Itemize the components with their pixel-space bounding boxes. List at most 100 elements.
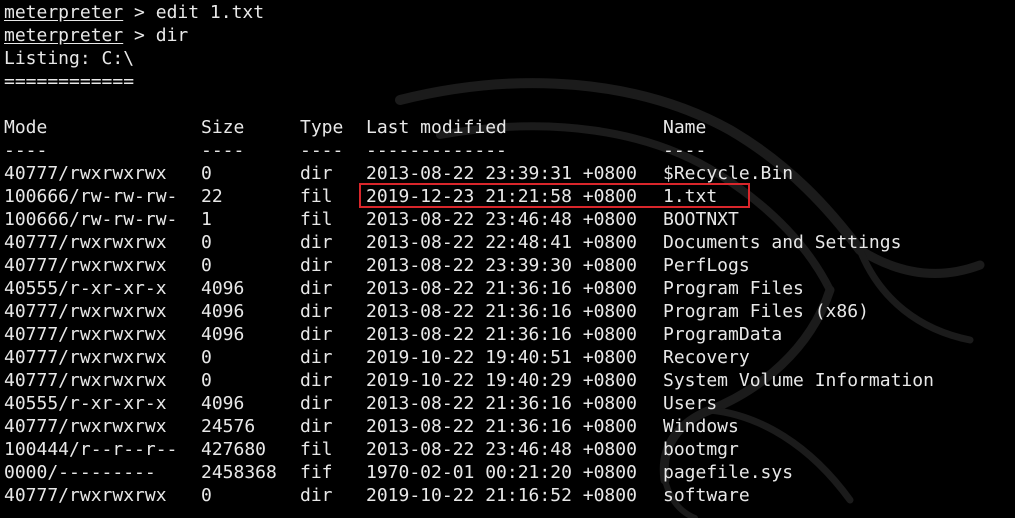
row-last-modified: 2019-12-23 21:21:58 +0800 xyxy=(366,186,637,207)
table-row: 40777/rwxrwxrwx 0 dir 2013-08-22 22:48:4… xyxy=(0,231,1015,254)
row-size: 22 xyxy=(201,186,223,207)
row-name: System Volume Information xyxy=(663,370,934,391)
table-row: 40555/r-xr-xr-x 4096 dir 2013-08-22 21:3… xyxy=(0,392,1015,415)
header-name: Name xyxy=(663,117,707,138)
row-mode: 40777/rwxrwxrwx xyxy=(4,485,167,506)
row-name: Users xyxy=(663,393,718,414)
row-mode: 100666/rw-rw-rw- xyxy=(4,186,178,207)
header-type: Type xyxy=(300,117,344,138)
row-size: 427680 xyxy=(201,439,267,460)
row-size: 4096 xyxy=(201,324,245,345)
table-row: 40777/rwxrwxrwx 4096 dir 2013-08-22 21:3… xyxy=(0,300,1015,323)
row-size: 0 xyxy=(201,370,212,391)
row-type: dir xyxy=(300,301,333,322)
row-size: 24576 xyxy=(201,416,256,437)
row-mode: 40777/rwxrwxrwx xyxy=(4,163,167,184)
table-row: 40777/rwxrwxrwx 0 dir 2013-08-22 23:39:3… xyxy=(0,254,1015,277)
table-header-row: Mode Size Type Last modified Name xyxy=(0,116,1015,139)
row-size: 4096 xyxy=(201,301,245,322)
row-type: fil xyxy=(300,439,333,460)
row-name: Documents and Settings xyxy=(663,232,902,253)
table-divider-row: ---- ---- ---- ------------- ---- xyxy=(0,139,1015,162)
row-type: dir xyxy=(300,232,333,253)
header-size: Size xyxy=(201,117,245,138)
row-size: 4096 xyxy=(201,278,245,299)
row-name: Program Files (x86) xyxy=(663,301,869,322)
row-mode: 40777/rwxrwxrwx xyxy=(4,416,167,437)
row-size: 0 xyxy=(201,485,212,506)
row-name: BOOTNXT xyxy=(663,209,739,230)
table-row: 40777/rwxrwxrwx 24576 dir 2013-08-22 21:… xyxy=(0,415,1015,438)
row-mode: 40777/rwxrwxrwx xyxy=(4,255,167,276)
row-last-modified: 2019-10-22 19:40:29 +0800 xyxy=(366,370,637,391)
row-last-modified: 2013-08-22 21:36:16 +0800 xyxy=(366,416,637,437)
row-type: dir xyxy=(300,485,333,506)
row-last-modified: 2013-08-22 21:36:16 +0800 xyxy=(366,324,637,345)
row-name: software xyxy=(663,485,750,506)
command-text: dir xyxy=(155,25,189,46)
row-mode: 100666/rw-rw-rw- xyxy=(4,209,178,230)
row-type: fil xyxy=(300,209,333,230)
divider-type: ---- xyxy=(300,140,344,161)
row-last-modified: 2013-08-22 21:36:16 +0800 xyxy=(366,393,637,414)
command-text: edit 1.txt xyxy=(155,2,265,23)
row-mode: 100444/r--r--r-- xyxy=(4,439,178,460)
table-row: 0000/--------- 2458368 fif 1970-02-01 00… xyxy=(0,461,1015,484)
row-size: 0 xyxy=(201,232,212,253)
row-last-modified: 2019-10-22 21:16:52 +0800 xyxy=(366,485,637,506)
row-last-modified: 1970-02-01 00:21:20 +0800 xyxy=(366,462,637,483)
row-last-modified: 2013-08-22 21:36:16 +0800 xyxy=(366,278,637,299)
row-last-modified: 2013-08-22 21:36:16 +0800 xyxy=(366,301,637,322)
row-last-modified: 2013-08-22 23:39:30 +0800 xyxy=(366,255,637,276)
row-size: 4096 xyxy=(201,393,245,414)
row-type: dir xyxy=(300,255,333,276)
row-type: fil xyxy=(300,186,333,207)
row-last-modified: 2013-08-22 23:46:48 +0800 xyxy=(366,209,637,230)
table-row: 100666/rw-rw-rw- 1 fil 2013-08-22 23:46:… xyxy=(0,208,1015,231)
row-mode: 40777/rwxrwxrwx xyxy=(4,347,167,368)
row-type: dir xyxy=(300,370,333,391)
row-type: dir xyxy=(300,416,333,437)
row-size: 0 xyxy=(201,347,212,368)
listing-title: Listing: C:\ xyxy=(4,48,135,69)
row-size: 1 xyxy=(201,209,212,230)
row-name: ProgramData xyxy=(663,324,783,345)
prompt-label: meterpreter xyxy=(4,25,124,46)
row-type: fif xyxy=(300,462,333,483)
table-row: 100666/rw-rw-rw- 22 fil 2019-12-23 21:21… xyxy=(0,185,1015,208)
row-name: $Recycle.Bin xyxy=(663,163,794,184)
row-mode: 0000/--------- xyxy=(4,462,156,483)
command-line-1: meterpreter > edit 1.txt xyxy=(4,1,264,24)
row-name: 1.txt xyxy=(663,186,718,207)
row-last-modified: 2013-08-22 23:46:48 +0800 xyxy=(366,439,637,460)
row-size: 0 xyxy=(201,255,212,276)
row-size: 2458368 xyxy=(201,462,277,483)
terminal-window[interactable]: meterpreter > edit 1.txt meterpreter > d… xyxy=(0,0,1015,518)
prompt-separator: > xyxy=(123,25,156,46)
row-name: Recovery xyxy=(663,347,750,368)
row-last-modified: 2019-10-22 19:40:51 +0800 xyxy=(366,347,637,368)
table-row: 40777/rwxrwxrwx 0 dir 2019-10-22 19:40:2… xyxy=(0,369,1015,392)
divider-name: ---- xyxy=(663,140,707,161)
row-mode: 40777/rwxrwxrwx xyxy=(4,301,167,322)
prompt-label: meterpreter xyxy=(4,2,124,23)
row-name: Windows xyxy=(663,416,739,437)
row-mode: 40777/rwxrwxrwx xyxy=(4,232,167,253)
table-row: 40777/rwxrwxrwx 4096 dir 2013-08-22 21:3… xyxy=(0,323,1015,346)
row-mode: 40777/rwxrwxrwx xyxy=(4,324,167,345)
row-mode: 40777/rwxrwxrwx xyxy=(4,370,167,391)
table-row: 40777/rwxrwxrwx 0 dir 2019-10-22 21:16:5… xyxy=(0,484,1015,507)
row-type: dir xyxy=(300,347,333,368)
row-last-modified: 2013-08-22 23:39:31 +0800 xyxy=(366,163,637,184)
row-last-modified: 2013-08-22 22:48:41 +0800 xyxy=(366,232,637,253)
table-row: 40777/rwxrwxrwx 0 dir 2013-08-22 23:39:3… xyxy=(0,162,1015,185)
header-mode: Mode xyxy=(4,117,48,138)
row-name: Program Files xyxy=(663,278,804,299)
listing-rule: ============ xyxy=(4,71,135,92)
divider-mode: ---- xyxy=(4,140,48,161)
row-type: dir xyxy=(300,393,333,414)
row-name: PerfLogs xyxy=(663,255,750,276)
command-line-2: meterpreter > dir xyxy=(4,24,188,47)
row-mode: 40555/r-xr-xr-x xyxy=(4,393,167,414)
row-size: 0 xyxy=(201,163,212,184)
